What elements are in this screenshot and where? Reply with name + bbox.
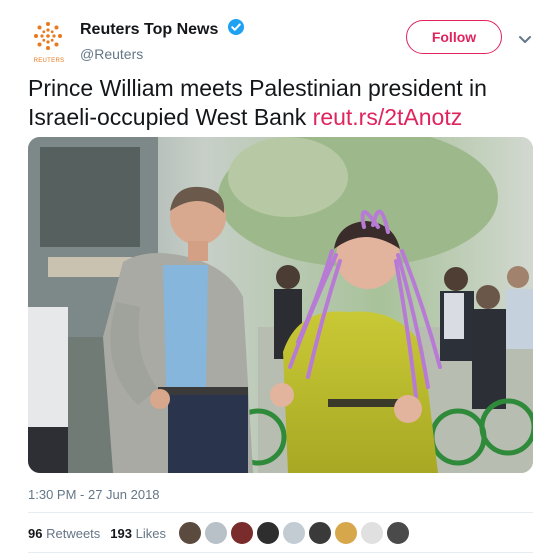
tweet-stats: 96 Retweets 193 Likes: [28, 524, 166, 544]
liker-avatar-3[interactable]: [230, 521, 254, 545]
divider-bottom: [28, 552, 533, 553]
divider-top: [28, 512, 533, 513]
verified-badge-icon: [227, 18, 245, 41]
tweet-photo[interactable]: [28, 137, 533, 473]
liker-avatar-2[interactable]: [204, 521, 228, 545]
follow-button[interactable]: Follow: [406, 20, 502, 54]
liker-avatar-1[interactable]: [178, 521, 202, 545]
likes-label: Likes: [135, 526, 166, 541]
retweets-stat[interactable]: 96 Retweets: [28, 526, 100, 541]
likes-stat[interactable]: 193 Likes: [110, 526, 166, 541]
tweet-link[interactable]: reut.rs/2tAnotz: [313, 104, 463, 130]
liker-avatar-8[interactable]: [360, 521, 384, 545]
account-name-block[interactable]: Reuters Top News @Reuters: [80, 18, 245, 62]
chevron-down-icon[interactable]: [518, 32, 532, 43]
retweets-count: 96: [28, 526, 43, 541]
liker-avatar-6[interactable]: [308, 521, 332, 545]
liker-avatar-7[interactable]: [334, 521, 358, 545]
tweet-header: REUTERS Reuters Top News @Reuters Follow: [28, 14, 538, 64]
liker-avatar-9[interactable]: [386, 521, 410, 545]
avatar-label: REUTERS: [33, 58, 65, 64]
liker-avatar-4[interactable]: [256, 521, 280, 545]
tweet-timestamp[interactable]: 1:30 PM - 27 Jun 2018: [28, 487, 160, 502]
photo-illustration: [28, 137, 533, 473]
tweet-text: Prince William meets Palestinian preside…: [28, 74, 538, 132]
account-handle[interactable]: @Reuters: [80, 46, 245, 62]
reuters-logo-icon: [34, 22, 62, 50]
liker-avatar-5[interactable]: [282, 521, 306, 545]
reuters-avatar[interactable]: REUTERS: [28, 20, 68, 64]
likes-count: 193: [110, 526, 132, 541]
display-name[interactable]: Reuters Top News: [80, 21, 218, 39]
retweets-label: Retweets: [46, 526, 101, 541]
